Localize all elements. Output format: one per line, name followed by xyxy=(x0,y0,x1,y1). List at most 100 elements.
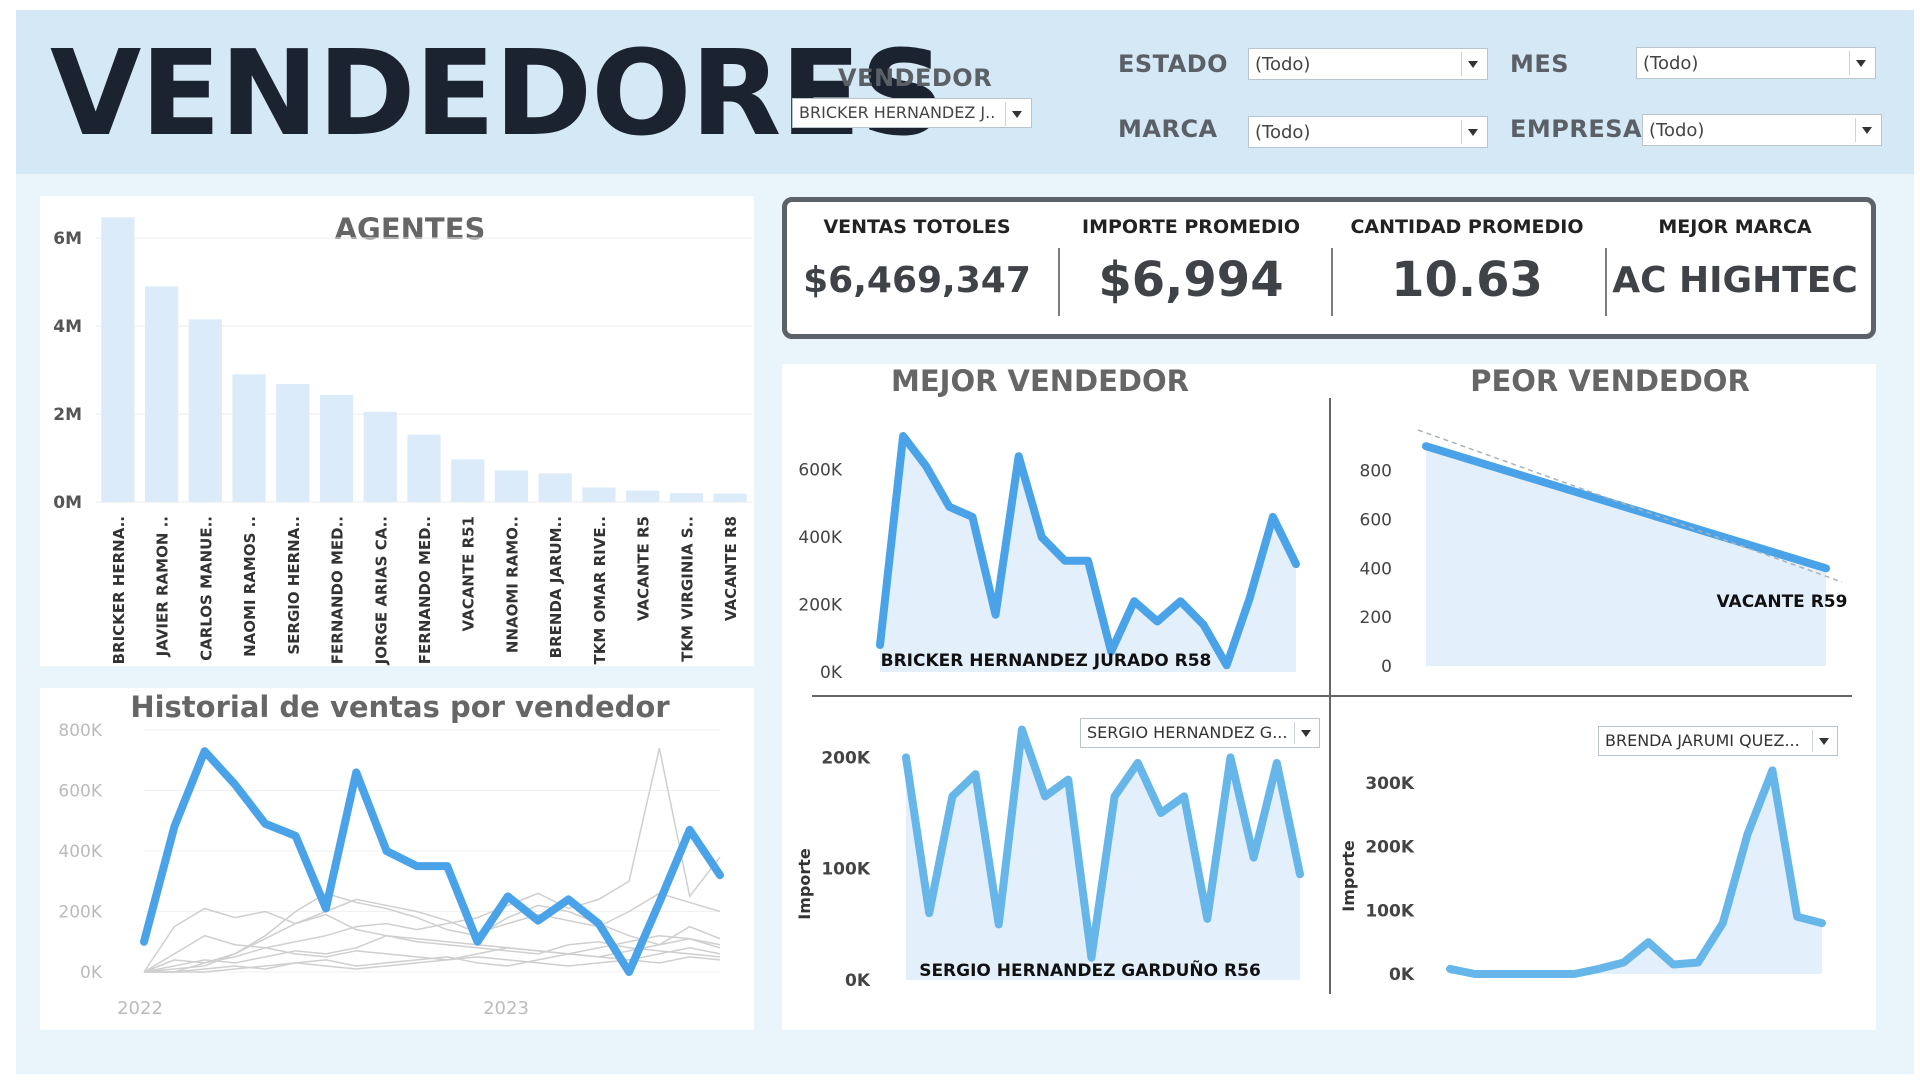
x-tick-label: TKM VIRGINIA S.. xyxy=(678,516,696,662)
quad-charts: 600K 400K 200K 0K BRICKER HERNANDEZ JURADO R… xyxy=(795,398,1852,994)
vendedor-dropdown-value: BRICKER HERNANDEZ J... xyxy=(799,103,995,122)
y-tick-label: 800K xyxy=(58,721,102,741)
x-tick-label: 2023 xyxy=(483,998,529,1019)
y-tick-label: 600K xyxy=(58,782,102,802)
y-tick-label: 600K xyxy=(798,461,842,481)
y-tick-label: 0M xyxy=(53,493,82,513)
kpi-value-ventas: $6,469,347 xyxy=(803,260,1031,301)
estado-label: ESTADO xyxy=(1118,50,1229,78)
seg1-dropdown-value: SERGIO HERNANDEZ G... xyxy=(1087,723,1288,742)
kpi-value-importe: $6,994 xyxy=(1098,252,1284,308)
page-title: VENDEDORES xyxy=(50,24,945,162)
y-tick-label: 0K xyxy=(80,963,103,983)
y-tick-label: 200K xyxy=(1365,838,1414,858)
bar xyxy=(538,473,572,502)
x-tick-label: NNAOMI RAMO.. xyxy=(503,516,521,653)
vendedor-label: VENDEDOR xyxy=(838,64,993,92)
bar xyxy=(232,374,266,502)
x-tick-label: TKM OMAR RIVE.. xyxy=(591,516,609,664)
y-tick-label: 800 xyxy=(1360,462,1392,482)
marca-dropdown[interactable]: (Todo) xyxy=(1248,116,1488,148)
y-tick-label: 0K xyxy=(845,971,871,991)
kpi-divider xyxy=(1331,248,1333,316)
chevron-down-icon xyxy=(1005,102,1027,126)
y-axis-label: Importe xyxy=(1339,840,1358,912)
mes-dropdown-value: (Todo) xyxy=(1643,53,1699,74)
area-fill xyxy=(1450,770,1822,974)
y-tick-label: 0K xyxy=(1389,965,1415,985)
y-tick-label: 2M xyxy=(53,405,82,425)
seg1-vendedor-name: SERGIO HERNANDEZ GARDUÑO R56 xyxy=(919,958,1261,981)
y-tick-label: 100K xyxy=(821,860,870,880)
x-tick-label: VACANTE R5 xyxy=(635,516,653,621)
marca-dropdown-value: (Todo) xyxy=(1255,122,1311,143)
bar xyxy=(144,286,179,502)
empresa-dropdown-value: (Todo) xyxy=(1649,120,1705,141)
x-tick-label: VACANTE R8 xyxy=(722,516,740,621)
seg1-vendedor-dropdown[interactable]: SERGIO HERNANDEZ G... xyxy=(1080,718,1320,748)
bar xyxy=(101,217,135,502)
marca-label: MARCA xyxy=(1118,115,1218,143)
chevron-down-icon xyxy=(1812,730,1834,752)
chevron-down-icon xyxy=(1294,722,1316,744)
chevron-down-icon xyxy=(1849,51,1871,75)
y-tick-label: 6M xyxy=(53,229,82,249)
kpi-box: VENTAS TOTOLES $6,469,347 IMPORTE PROMED… xyxy=(782,197,1876,339)
x-tick-label: NAOMI RAMOS .. xyxy=(241,516,259,657)
kpi-value-cantidad: 10.63 xyxy=(1391,252,1543,308)
y-tick-label: 0K xyxy=(820,663,843,683)
y-tick-label: 400K xyxy=(798,528,842,548)
estado-dropdown-value: (Todo) xyxy=(1255,54,1311,75)
bar xyxy=(451,459,485,502)
estado-dropdown[interactable]: (Todo) xyxy=(1248,48,1488,80)
x-tick-label: FERNANDO MED.. xyxy=(416,516,434,664)
chevron-down-icon xyxy=(1461,120,1483,144)
vendedor-dropdown[interactable]: BRICKER HERNANDEZ J... xyxy=(792,98,1032,128)
bar xyxy=(407,434,441,502)
kpi-label-marca: MEJOR MARCA xyxy=(1658,216,1812,238)
bar xyxy=(188,319,222,502)
seg2-dropdown-value: BRENDA JARUMI QUEZ... xyxy=(1605,731,1800,750)
y-tick-label: 100K xyxy=(1365,901,1414,921)
y-tick-label: 200K xyxy=(798,596,842,616)
peor-vendedor-name: VACANTE R59 xyxy=(1717,592,1848,612)
seg2-vendedor-dropdown[interactable]: BRENDA JARUMI QUEZ... xyxy=(1598,726,1838,756)
bar xyxy=(319,395,354,502)
x-tick-label: JAVIER RAMON .. xyxy=(154,516,172,657)
x-tick-label: FERNANDO MED.. xyxy=(329,516,347,664)
y-tick-label: 400 xyxy=(1360,559,1392,579)
x-tick-label: SERGIO HERNA.. xyxy=(285,516,303,655)
x-tick-label: 2022 xyxy=(117,998,163,1019)
empresa-dropdown[interactable]: (Todo) xyxy=(1642,114,1882,146)
bar xyxy=(626,490,660,502)
chevron-down-icon xyxy=(1461,52,1483,76)
x-tick-label: JORGE ARIAS CA.. xyxy=(372,516,390,665)
bar xyxy=(494,470,529,502)
kpi-label-cantidad: CANTIDAD PROMEDIO xyxy=(1350,216,1584,238)
kpi-label-importe: IMPORTE PROMEDIO xyxy=(1082,216,1300,238)
y-tick-label: 0 xyxy=(1381,657,1392,677)
bar xyxy=(276,384,310,502)
y-tick-label: 200K xyxy=(821,748,870,768)
x-tick-label: BRENDA JARUM.. xyxy=(547,516,565,658)
bar xyxy=(363,411,397,502)
y-tick-label: 300K xyxy=(1365,774,1414,794)
bar xyxy=(582,487,616,502)
kpi-label-ventas: VENTAS TOTOLES xyxy=(823,216,1011,238)
y-tick-label: 200K xyxy=(58,903,102,923)
page: VENDEDORES VENDEDOR BRICKER HERNANDEZ J.… xyxy=(0,0,1920,1080)
kpi-value-marca: AC HIGHTEC xyxy=(1612,260,1858,301)
bar xyxy=(713,493,747,502)
y-tick-label: 4M xyxy=(53,317,82,337)
area-fill xyxy=(1426,446,1826,666)
y-tick-label: 200 xyxy=(1360,608,1392,628)
chevron-down-icon xyxy=(1855,118,1877,142)
empresa-label: EMPRESA xyxy=(1510,115,1643,143)
x-tick-label: CARLOS MANUE.. xyxy=(197,516,215,661)
kpi-divider xyxy=(1058,248,1060,316)
historial-chart: 800K 600K 400K 200K 0K 2022 2023 xyxy=(58,721,724,1019)
bar xyxy=(669,493,704,502)
y-tick-label: 600 xyxy=(1360,510,1392,530)
mes-dropdown[interactable]: (Todo) xyxy=(1636,47,1876,79)
mejor-vendedor-name: BRICKER HERNANDEZ JURADO R58 xyxy=(881,651,1212,671)
